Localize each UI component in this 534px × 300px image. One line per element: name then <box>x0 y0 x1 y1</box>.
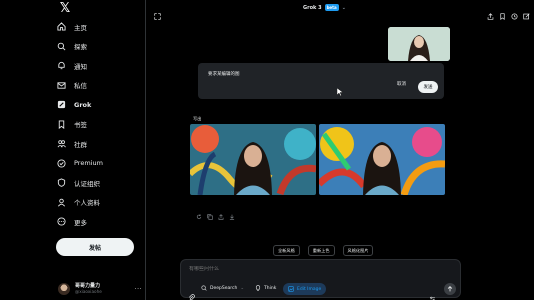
sidebar-item-label: 书签 <box>74 121 87 130</box>
uploaded-image-thumbnail[interactable] <box>388 27 450 61</box>
generated-image-1[interactable] <box>190 124 316 195</box>
sidebar-item-label: Premium <box>74 159 103 168</box>
sidebar-item-messages[interactable]: 私信 <box>56 76 146 96</box>
app-root: 𝕏 主页 探索 通知 私信 Grok 书签 社群 Premium 认证组织 个人… <box>0 0 534 300</box>
edit-prompt-text[interactable]: 要求某编辑的图 <box>208 71 240 77</box>
sidebar-item-bookmarks[interactable]: 书签 <box>56 115 146 135</box>
sidebar-item-label: 通知 <box>74 62 87 71</box>
chat-header: Grok 3 beta ⌄ <box>146 0 534 21</box>
sidebar-item-label: 主页 <box>74 23 87 32</box>
sidebar-item-home[interactable]: 主页 <box>56 17 146 37</box>
sidebar-item-notifications[interactable]: 通知 <box>56 56 146 76</box>
sidebar-item-grok[interactable]: Grok <box>56 95 146 115</box>
send-edit-button[interactable]: 发送 <box>418 81 438 93</box>
sidebar-item-label: 社群 <box>74 140 87 149</box>
message-composer: DeepSearch ⌄ Think Edit Image <box>180 259 461 300</box>
image-edit-icon <box>288 286 294 292</box>
search-icon <box>56 41 66 51</box>
sidebar-item-label: Grok <box>74 100 92 109</box>
account-switcher[interactable]: 哥哥力量力 @xiaoxiaohe ··· <box>58 280 142 298</box>
sidebar-item-label: 认证组织 <box>74 179 100 188</box>
suggestion-chip[interactable]: 全新风格 <box>273 245 300 256</box>
sidebar-item-label: 个人资料 <box>74 199 100 208</box>
suggestion-chip[interactable]: 重新上色 <box>307 245 335 256</box>
model-title: Grok 3 <box>303 4 322 11</box>
generated-image-2[interactable] <box>319 124 445 195</box>
grok-icon <box>56 100 66 110</box>
chevron-down-icon: ⌄ <box>341 4 346 11</box>
premium-icon <box>56 158 66 168</box>
bell-icon <box>56 61 66 71</box>
mouse-cursor-icon <box>336 81 344 97</box>
response-actions <box>196 205 235 220</box>
mail-icon <box>56 80 66 90</box>
suggestion-chip[interactable]: 风格化图片 <box>342 245 374 256</box>
x-logo-icon[interactable]: 𝕏 <box>58 2 72 16</box>
sidebar-item-label: 私信 <box>74 82 87 91</box>
sidebar-item-communities[interactable]: 社群 <box>56 134 146 154</box>
response-label: 写出 <box>193 116 202 121</box>
cancel-button[interactable]: 取消 <box>397 81 406 87</box>
verified-orgs-icon <box>56 178 66 188</box>
think-toggle[interactable]: Think <box>255 285 276 291</box>
arrow-up-icon <box>447 286 453 292</box>
sidebar-item-label: 更多 <box>74 218 87 227</box>
tools-icon[interactable] <box>429 287 436 300</box>
account-more-icon[interactable]: ··· <box>135 286 142 293</box>
edit-image-label: Edit Image <box>297 286 322 292</box>
suggestion-chips: 全新风格 重新上色 风格化图片 <box>273 245 374 256</box>
edit-image-toggle[interactable]: Edit Image <box>283 283 327 295</box>
sidebar-item-profile[interactable]: 个人资料 <box>56 193 146 213</box>
deepsearch-icon <box>201 285 207 291</box>
lightbulb-icon <box>255 285 261 291</box>
share-icon[interactable] <box>218 205 224 220</box>
model-selector[interactable]: Grok 3 beta ⌄ <box>303 4 346 11</box>
sidebar-item-verified-orgs[interactable]: 认证组织 <box>56 173 146 193</box>
download-icon[interactable] <box>229 205 235 220</box>
home-icon <box>56 22 66 32</box>
sidebar-item-premium[interactable]: Premium <box>56 154 146 174</box>
sidebar: 𝕏 主页 探索 通知 私信 Grok 书签 社群 Premium 认证组织 个人… <box>0 0 146 300</box>
send-button[interactable] <box>444 283 456 295</box>
image-edit-dialog: 要求某编辑的图 <box>198 63 444 99</box>
history-icon[interactable] <box>511 5 518 20</box>
profile-icon <box>56 197 66 207</box>
deepsearch-toggle[interactable]: DeepSearch ⌄ <box>201 285 244 291</box>
expand-icon[interactable] <box>154 5 161 20</box>
bookmark-icon[interactable] <box>499 5 506 21</box>
chevron-down-icon: ⌄ <box>240 285 245 291</box>
copy-icon[interactable] <box>207 205 213 220</box>
post-button[interactable]: 发帖 <box>56 238 134 256</box>
sidebar-item-label: 探索 <box>74 43 87 52</box>
message-input[interactable] <box>189 266 389 272</box>
account-handle: @xiaoxiaohe <box>75 289 102 294</box>
attach-icon[interactable] <box>188 286 195 300</box>
regenerate-icon[interactable] <box>196 205 202 219</box>
account-info: 哥哥力量力 @xiaoxiaohe <box>75 283 102 295</box>
sidebar-item-more[interactable]: 更多 <box>56 212 146 232</box>
avatar <box>58 283 70 295</box>
new-chat-icon[interactable] <box>523 5 530 20</box>
more-icon <box>56 217 66 227</box>
think-label: Think <box>264 285 277 291</box>
share-icon[interactable] <box>487 5 494 20</box>
deepsearch-label: DeepSearch <box>210 285 238 291</box>
header-actions <box>487 5 530 21</box>
communities-icon <box>56 139 66 149</box>
beta-badge: beta <box>324 4 339 11</box>
bookmark-icon <box>56 119 66 129</box>
sidebar-item-explore[interactable]: 探索 <box>56 37 146 57</box>
sidebar-nav: 主页 探索 通知 私信 Grok 书签 社群 Premium 认证组织 个人资料… <box>56 17 146 232</box>
